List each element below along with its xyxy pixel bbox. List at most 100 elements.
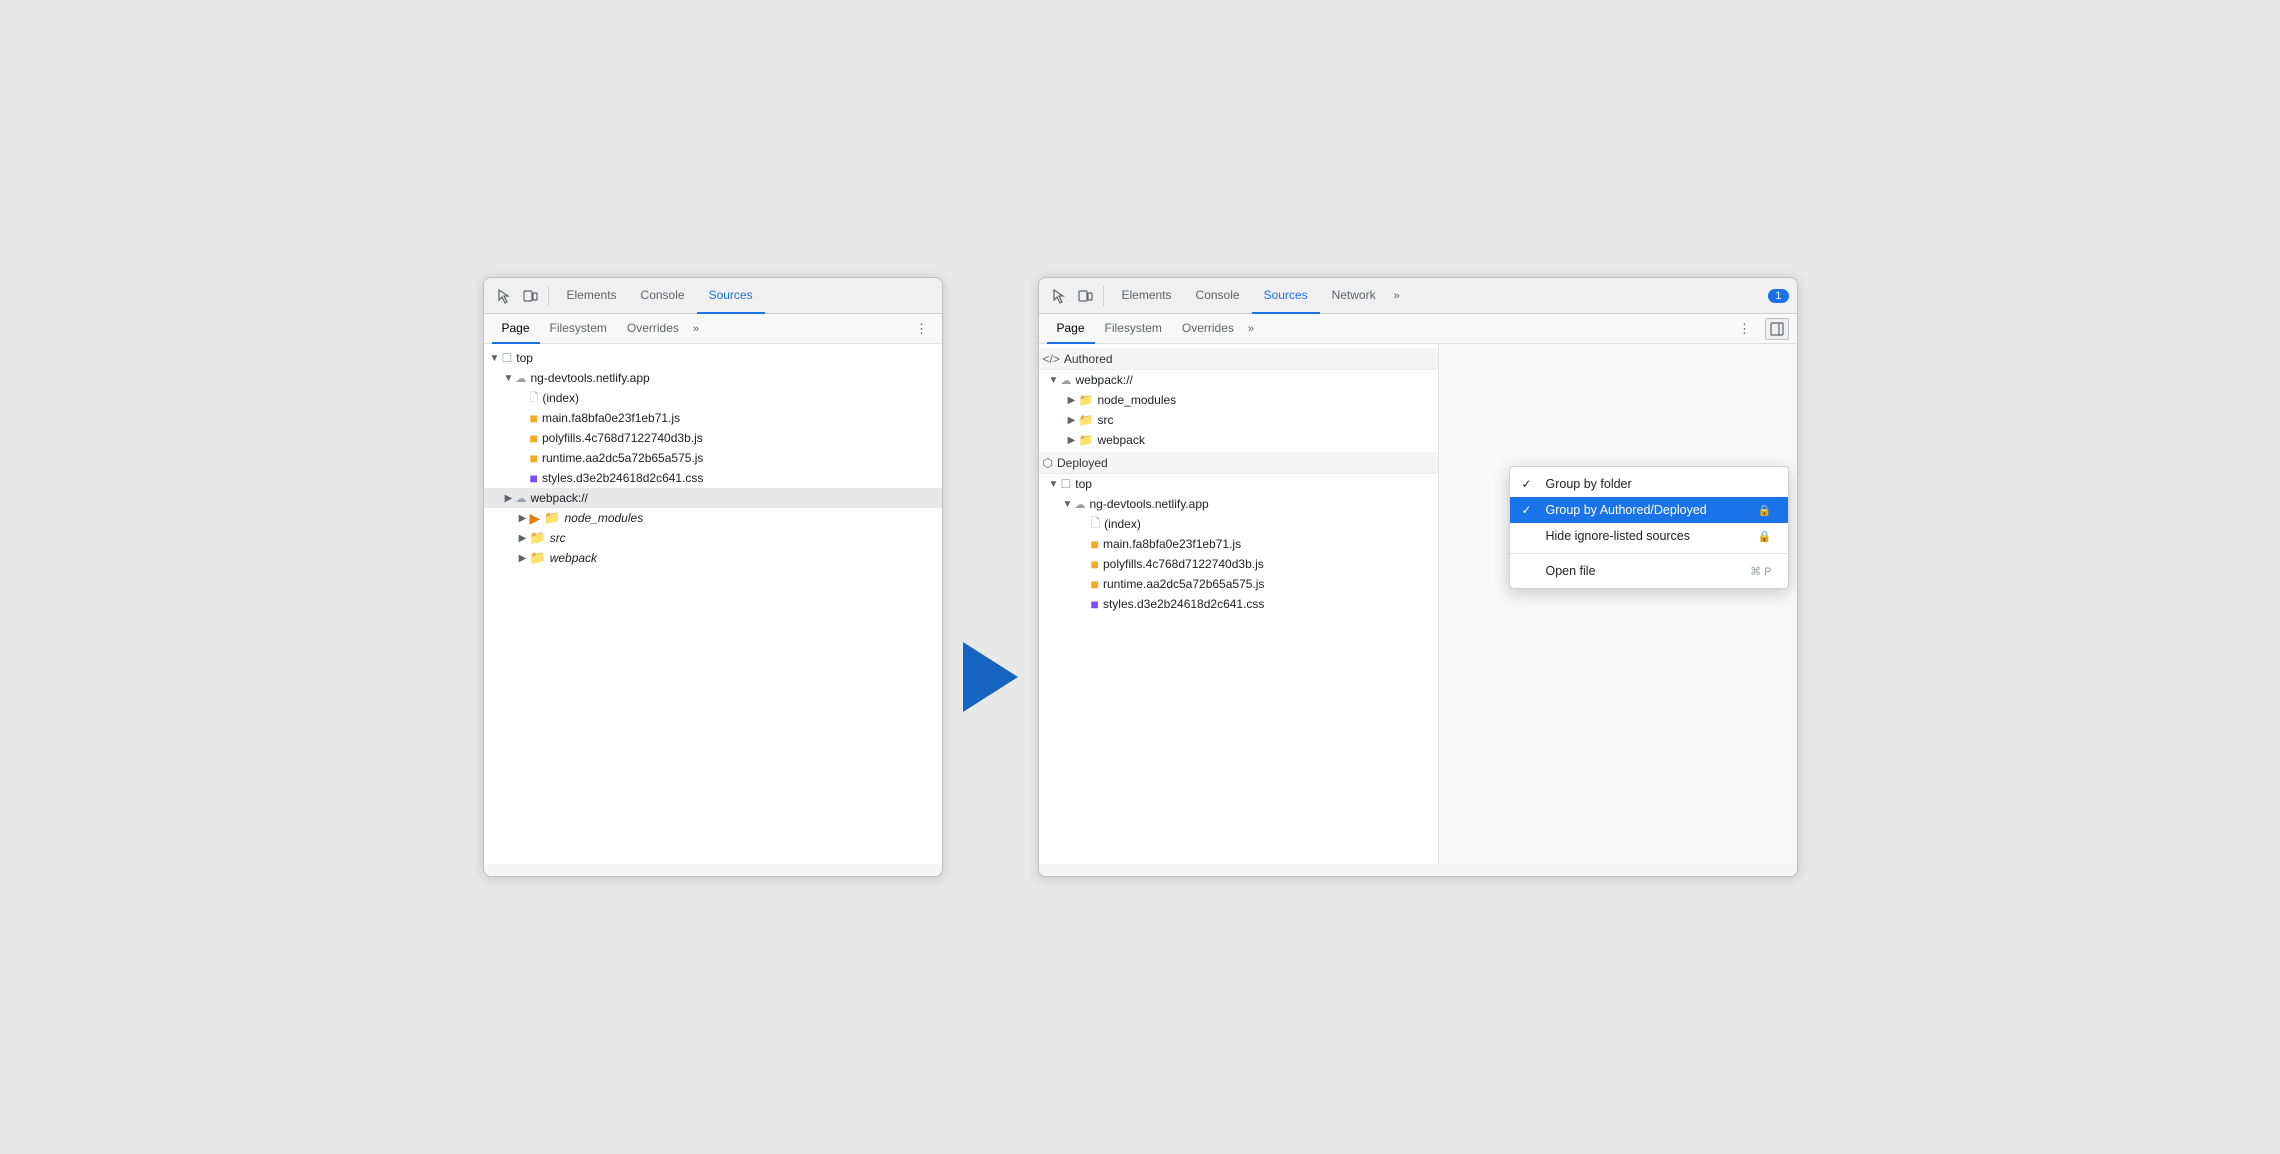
file-icon-index: 🗋 [530,389,539,408]
tree-item-polyfills-js[interactable]: ■ polyfills.4c768d7122740d3b.js [484,428,942,448]
more-sub-tabs-icon[interactable]: » [689,323,703,335]
sub-tab-filesystem[interactable]: Filesystem [540,314,617,344]
folder-icon-webpack-r: 📁 [1079,433,1094,447]
shortcut-open-file: ⌘ P [1750,565,1771,578]
arrow-webpack: ▶ [502,493,516,504]
tab-console[interactable]: Console [629,278,697,314]
right-sub-tab-filesystem[interactable]: Filesystem [1095,314,1172,344]
panel-toggle-button[interactable] [1765,318,1789,340]
right-tab-console[interactable]: Console [1184,278,1252,314]
tree-item-polyfills-deployed[interactable]: ■ polyfills.4c768d7122740d3b.js [1039,554,1438,574]
section-deployed[interactable]: ⬡ Deployed [1039,452,1438,474]
arrow-ng-devtools: ▼ [502,373,516,384]
tab-elements[interactable]: Elements [555,278,629,314]
tree-label-index-d: (index) [1104,517,1141,531]
right-tab-sources[interactable]: Sources [1252,278,1320,314]
check-group-authored: ✓ [1522,503,1538,517]
notification-badge[interactable]: 1 [1768,289,1788,303]
screenshot-container: Elements Console Sources Page Filesystem… [483,277,1798,877]
tree-item-src[interactable]: ▶ 📁 src [484,528,942,548]
device-icon[interactable] [518,284,542,308]
tree-item-main-js[interactable]: ■ main.fa8bfa0e23f1eb71.js [484,408,942,428]
folder-icon-node-modules-r: 📁 [1079,393,1094,407]
left-file-tree: ▼ ☐ top ▼ ☁ ng-devtools.netlify.app 🗋 (i… [484,344,942,864]
tree-label-src: src [550,531,566,545]
toolbar-separator [548,286,549,306]
tree-item-styles-css[interactable]: ■ styles.d3e2b24618d2c641.css [484,468,942,488]
menu-item-group-authored[interactable]: ✓ Group by Authored/Deployed 🔒 [1510,497,1788,523]
code-icon-authored: </> [1043,352,1060,366]
arrow-top: ▼ [488,353,502,364]
arrow-node-modules: ▶ [516,513,530,524]
right-sub-tab-overrides[interactable]: Overrides [1172,314,1244,344]
tree-item-top[interactable]: ▼ ☐ top [484,348,942,368]
arrow-webpack-folder: ▶ [516,553,530,564]
section-authored[interactable]: </> Authored [1039,348,1438,370]
arrow-src: ▶ [516,533,530,544]
sub-menu-button[interactable]: ⋮ [910,317,934,341]
menu-label-group-folder: Group by folder [1546,477,1772,491]
tree-item-webpack-folder[interactable]: ▶ 📁 webpack [484,548,942,568]
tree-item-runtime-deployed[interactable]: ■ runtime.aa2dc5a72b65a575.js [1039,574,1438,594]
right-device-icon[interactable] [1073,284,1097,308]
tab-sources[interactable]: Sources [697,278,765,314]
menu-item-open-file[interactable]: ✓ Open file ⌘ P [1510,558,1788,584]
tree-label-main-js: main.fa8bfa0e23f1eb71.js [542,411,680,425]
arrow-top-deployed: ▼ [1047,479,1061,490]
tree-item-ng-devtools[interactable]: ▼ ☁ ng-devtools.netlify.app [484,368,942,388]
sub-tab-page[interactable]: Page [492,314,540,344]
arrow-src-r: ▶ [1065,415,1079,426]
cloud-icon-webpack: ☁ [516,492,527,505]
tree-item-webpack-r[interactable]: ▶ 📁 webpack [1039,430,1438,450]
menu-label-group-authored: Group by Authored/Deployed [1546,503,1750,517]
tree-item-webpack[interactable]: ▶ ☁ webpack:// [484,488,942,508]
file-icon-polyfills: ■ [530,430,538,446]
tree-item-ng-devtools-deployed[interactable]: ▼ ☁ ng-devtools.netlify.app [1039,494,1438,514]
tree-item-main-js-deployed[interactable]: ■ main.fa8bfa0e23f1eb71.js [1039,534,1438,554]
right-devtools-panel: Elements Console Sources Network » 1 Pag… [1038,277,1798,877]
folder-icon-src-r: 📁 [1079,413,1094,427]
tree-item-webpack-authored[interactable]: ▼ ☁ webpack:// [1039,370,1438,390]
tree-item-node-modules-r[interactable]: ▶ 📁 node_modules [1039,390,1438,410]
tree-label-styles-d: styles.d3e2b24618d2c641.css [1103,597,1264,611]
file-icon-styles: ■ [530,470,538,486]
section-label-authored: Authored [1064,352,1113,366]
tree-item-runtime-js[interactable]: ■ runtime.aa2dc5a72b65a575.js [484,448,942,468]
tree-item-index-deployed[interactable]: 🗋 (index) [1039,514,1438,534]
menu-item-group-folder[interactable]: ✓ Group by folder [1510,471,1788,497]
arrow-webpack-authored: ▼ [1047,375,1061,386]
right-more-sub-tabs[interactable]: » [1244,323,1258,335]
cloud-icon-webpack-authored: ☁ [1061,374,1072,387]
tree-item-index[interactable]: 🗋 (index) [484,388,942,408]
tree-item-src-r[interactable]: ▶ 📁 src [1039,410,1438,430]
right-filesystem-pane: Drop in a folder to add to Learn more ab… [1439,344,1797,864]
right-tab-network[interactable]: Network [1320,278,1388,314]
inspect-icon[interactable] [492,284,516,308]
file-icon-main-d: ■ [1091,536,1099,552]
tree-item-top-deployed[interactable]: ▼ ☐ top [1039,474,1438,494]
tree-label-index: (index) [542,391,579,405]
tree-label-webpack-r: webpack [1097,433,1144,447]
folder-icon-webpack: 📁 [530,550,546,566]
right-inspect-icon[interactable] [1047,284,1071,308]
sub-tab-overrides[interactable]: Overrides [617,314,689,344]
right-left-pane: </> Authored ▼ ☁ webpack:// ▶ 📁 [1039,344,1439,864]
page-icon-top-deployed: ☐ [1061,477,1072,491]
tree-label-top: top [516,351,533,365]
right-file-tree: </> Authored ▼ ☁ webpack:// ▶ 📁 [1039,344,1438,864]
file-icon-runtime: ■ [530,450,538,466]
right-sub-menu-button[interactable]: ⋮ [1733,317,1757,341]
menu-item-hide-ignored[interactable]: ✓ Hide ignore-listed sources 🔒 [1510,523,1788,549]
right-sub-tab-page[interactable]: Page [1047,314,1095,344]
more-tabs-icon[interactable]: » [1388,290,1406,302]
tree-label-ng-devtools: ng-devtools.netlify.app [531,371,650,385]
page-icon-top: ☐ [502,351,513,365]
tree-label-webpack: webpack:// [531,491,588,505]
tree-label-webpack-authored: webpack:// [1076,373,1133,387]
tree-item-styles-deployed[interactable]: ■ styles.d3e2b24618d2c641.css [1039,594,1438,614]
tree-label-polyfills-d: polyfills.4c768d7122740d3b.js [1103,557,1264,571]
right-tab-elements[interactable]: Elements [1110,278,1184,314]
tree-item-node-modules[interactable]: ▶ ▶ 📁 node_modules [484,508,942,528]
folder-icon-node-modules: ▶ [530,510,541,527]
right-toolbar-sep [1103,286,1104,306]
